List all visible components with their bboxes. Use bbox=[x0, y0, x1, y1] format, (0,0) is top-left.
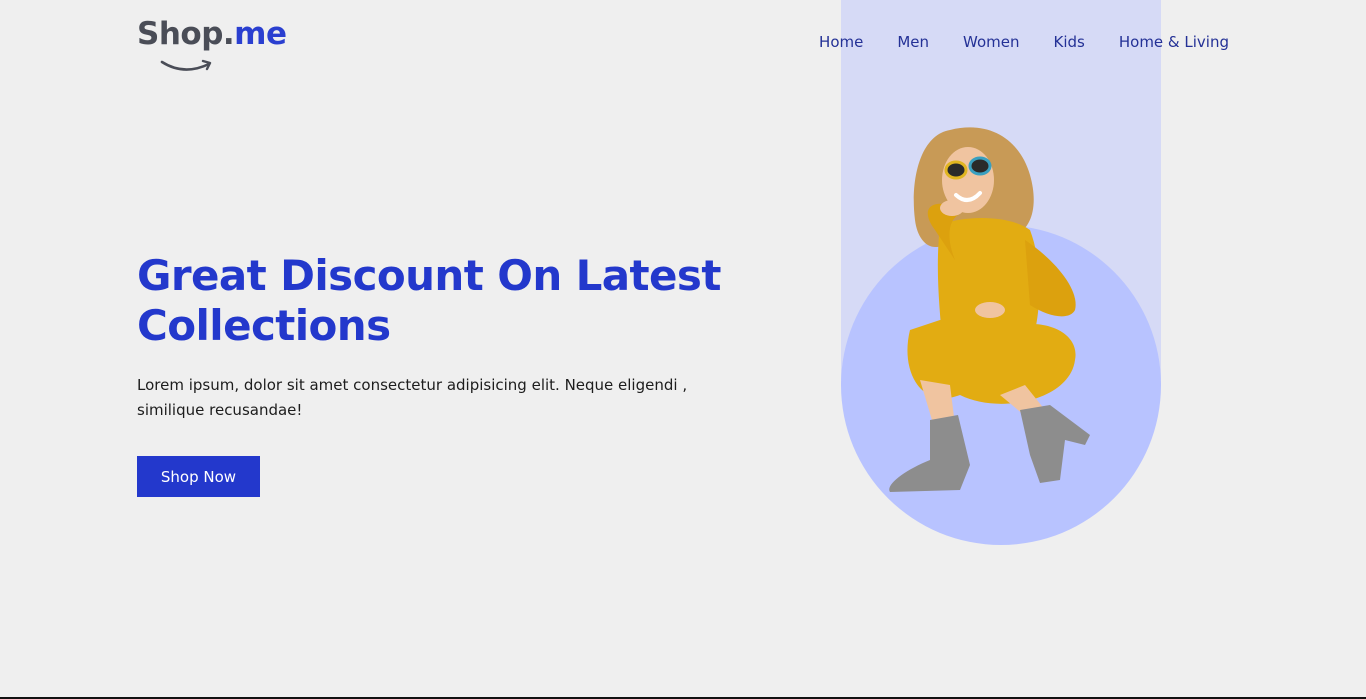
logo-text: Shop.me bbox=[137, 16, 287, 52]
logo-text-part-2: me bbox=[234, 16, 287, 52]
brand-logo[interactable]: Shop.me bbox=[137, 16, 297, 78]
nav-link-men[interactable]: Men bbox=[897, 33, 929, 51]
nav-link-kids[interactable]: Kids bbox=[1054, 33, 1085, 51]
hero-description: Lorem ipsum, dolor sit amet consectetur … bbox=[137, 376, 688, 419]
nav-link-home-living[interactable]: Home & Living bbox=[1119, 33, 1229, 51]
main-nav: Home Men Women Kids Home & Living bbox=[819, 33, 1229, 51]
shop-now-button[interactable]: Shop Now bbox=[137, 456, 260, 497]
smile-arrow-icon bbox=[160, 59, 212, 71]
hero-title: Great Discount On Latest Collections bbox=[137, 251, 721, 350]
site-header: Shop.me Home Men Women Kids Home & Livin… bbox=[137, 16, 1229, 78]
logo-text-part-1: Shop. bbox=[137, 16, 235, 52]
nav-link-home[interactable]: Home bbox=[819, 33, 863, 51]
nav-link-women[interactable]: Women bbox=[963, 33, 1019, 51]
hero-model-image bbox=[889, 127, 1090, 492]
